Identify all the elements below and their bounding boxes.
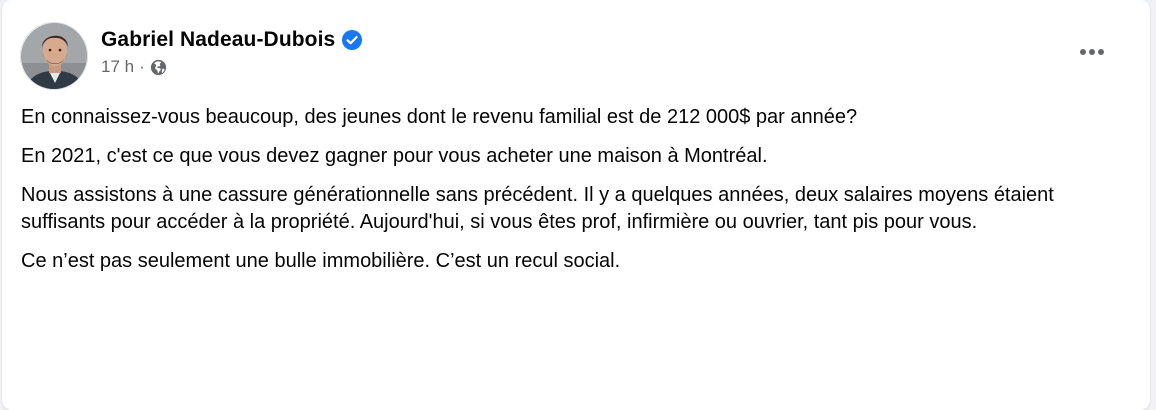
author-name[interactable]: Gabriel Nadeau-Dubois <box>101 28 335 52</box>
globe-icon[interactable] <box>150 59 167 76</box>
post-paragraph: Nous assistons à une cassure générationn… <box>21 184 1054 233</box>
post-text: En connaissez-vous beaucoup, des jeunes … <box>21 104 1131 287</box>
post-paragraph: Ce n’est pas seulement une bulle immobil… <box>21 250 621 272</box>
post-subline: 17 h · <box>101 57 362 77</box>
more-options-button[interactable] <box>1074 40 1110 64</box>
verified-badge-icon <box>342 30 363 50</box>
post-header: Gabriel Nadeau-Dubois 17 h · <box>20 22 363 90</box>
author-avatar[interactable] <box>20 22 88 90</box>
post-card: Gabriel Nadeau-Dubois 17 h · En connaiss… <box>2 0 1150 410</box>
post-paragraph: En connaissez-vous beaucoup, des jeunes … <box>21 106 858 128</box>
post-meta: Gabriel Nadeau-Dubois 17 h · <box>101 22 363 77</box>
more-options-icon <box>1079 43 1105 61</box>
author-row: Gabriel Nadeau-Dubois <box>101 28 363 52</box>
post-timestamp[interactable]: 17 h <box>101 57 134 77</box>
post-paragraph: En 2021, c'est ce que vous devez gagner … <box>21 145 768 167</box>
separator-dot: · <box>139 57 145 76</box>
